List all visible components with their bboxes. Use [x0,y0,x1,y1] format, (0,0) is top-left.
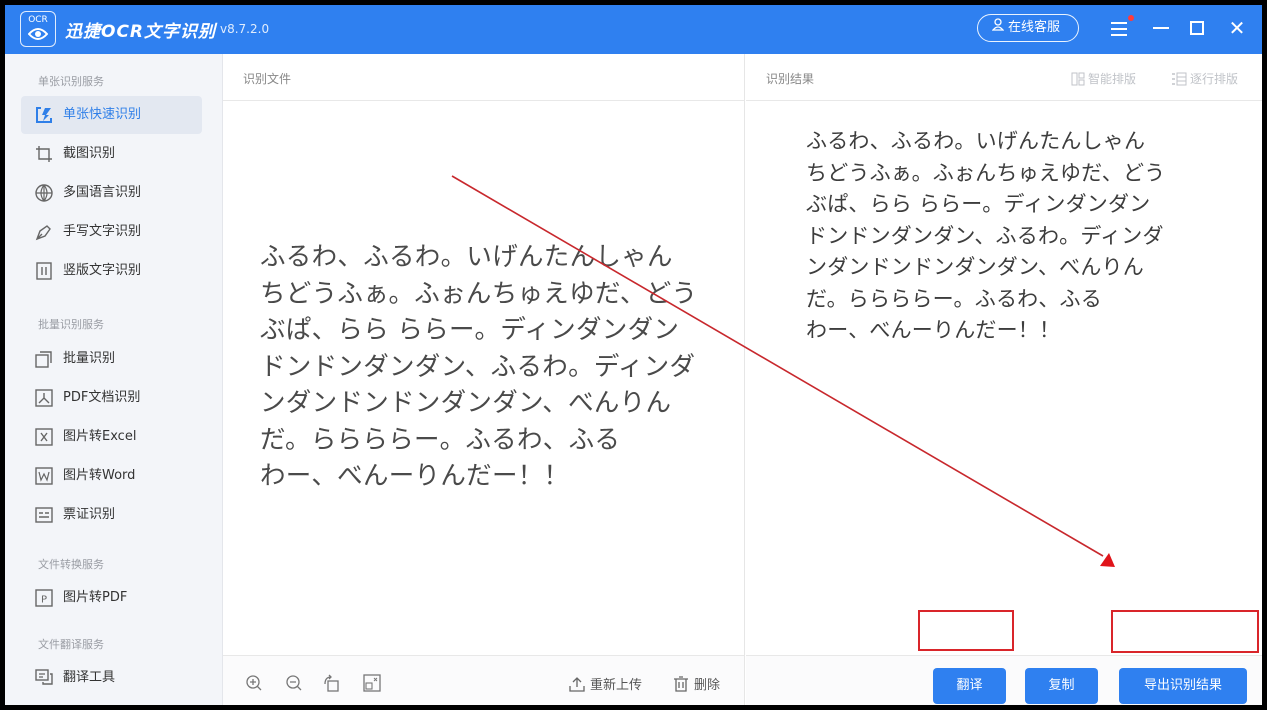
sidebar-item-handwriting[interactable]: 手写文字识别 [21,213,202,251]
delete-label: 删除 [694,678,721,693]
section-title-single: 单张识别服务 [38,75,104,88]
notification-dot [1128,15,1134,21]
crop-icon [36,146,52,162]
sidebar-item-label: 图片转Word [63,468,136,483]
smart-layout-button[interactable]: 智能排版 [1071,70,1136,87]
section-title-batch: 批量识别服务 [38,318,104,331]
delete-button[interactable]: 删除 [673,674,720,693]
sidebar-item-screenshot[interactable]: 截图识别 [21,135,202,173]
export-result-button[interactable]: 导出识别结果 [1119,668,1247,704]
section-title-translate: 文件翻译服务 [38,638,104,651]
sidebar-item-translate-tool[interactable]: 翻译工具 [21,659,202,697]
sidebar-item-multilang[interactable]: 多国语言识别 [21,174,202,212]
sidebar-item-label: 竖版文字识别 [63,263,142,278]
rotate-icon[interactable] [323,674,341,692]
sidebar-item-word[interactable]: 图片转Word [21,457,202,495]
source-panel-toolbar: 重新上传 删除 [223,655,744,705]
copy-label: 复制 [1048,678,1075,693]
source-file-panel: 识别文件 ふるわ、ふるわ。いげんたんしゃん ちどうふぁ。ふぉんちゅえゆだ、どう … [223,54,745,705]
sidebar-item-label: 多国语言识别 [63,185,142,200]
sidebar-item-label: 截图识别 [63,146,116,161]
smart-layout-label: 智能排版 [1088,72,1137,86]
close-icon: ✕ [1228,16,1246,40]
menu-icon-line [1111,34,1127,36]
quick-recognize-icon [36,107,52,123]
source-panel-header: 识别文件 [223,54,744,101]
section-title-convert: 文件转换服务 [38,558,104,571]
svg-text:P: P [41,595,47,606]
sidebar: 单张识别服务 单张快速识别 截图识别 多国语言识别 手写文字识别 竖版文字识别 … [5,54,223,705]
copy-button[interactable]: 复制 [1025,668,1098,704]
image-to-pdf-icon: P [35,589,53,607]
batch-icon [35,351,52,368]
recognition-result-text[interactable]: ふるわ、ふるわ。いげんたんしゃん ちどうふぁ。ふぉんちゅえゆだ、どう ぶぱ、らら… [806,126,1246,347]
minimize-button[interactable] [1150,17,1172,39]
result-panel-toolbar: 翻译 复制 导出识别结果 [746,655,1262,705]
result-panel-title: 识别结果 [766,72,815,86]
upload-icon [569,677,585,692]
source-panel-title: 识别文件 [243,72,292,86]
maximize-button[interactable] [1186,17,1208,39]
sidebar-item-pdf[interactable]: PDF文档识别 [21,379,202,417]
trash-icon [674,676,688,692]
reupload-button[interactable]: 重新上传 [569,674,642,693]
eye-icon [28,28,48,40]
sidebar-item-label: 翻译工具 [63,670,116,685]
excel-icon [35,428,53,446]
sidebar-item-vertical-text[interactable]: 竖版文字识别 [21,252,202,290]
vertical-text-icon [36,262,52,280]
source-image-text: ふるわ、ふるわ。いげんたんしゃん ちどうふぁ。ふぉんちゅえゆだ、どう ぶぱ、らら… [260,242,698,491]
sidebar-item-label: 票证识别 [63,507,116,522]
pen-icon [35,225,51,241]
sidebar-item-batch[interactable]: 批量识别 [21,340,202,378]
result-panel-header: 识别结果 智能排版 逐行排版 [746,54,1262,101]
zoom-out-icon[interactable] [285,674,303,692]
sidebar-item-label: 图片转PDF [63,590,128,605]
sidebar-item-excel[interactable]: 图片转Excel [21,418,202,456]
title-bar: OCR 迅捷OCR文字识别 v8.7.2.0 在线客服 ✕ [5,5,1262,54]
online-support-button[interactable]: 在线客服 [977,14,1079,42]
line-layout-icon [1172,72,1187,86]
sidebar-item-label: 手写文字识别 [63,224,142,239]
logo-text: OCR [28,15,48,25]
app-version: v8.7.2.0 [220,22,270,36]
translate-label: 翻译 [956,678,983,693]
result-panel: 识别结果 智能排版 逐行排版 ふるわ、ふるわ。いげんたんしゃん ちどうふぁ。ふぉ… [746,54,1262,705]
globe-icon [35,184,53,202]
line-layout-label: 逐行排版 [1190,72,1239,86]
app-title: 迅捷OCR文字识别 [65,22,217,42]
sidebar-item-quick-recognize[interactable]: 单张快速识别 [21,96,202,134]
menu-icon-line [1111,22,1127,24]
menu-icon-line [1111,28,1127,30]
app-logo: OCR [20,11,56,47]
sidebar-item-label: 批量识别 [63,351,116,366]
export-label: 导出识别结果 [1143,678,1222,693]
translate-button[interactable]: 翻译 [933,668,1006,704]
zoom-in-icon[interactable] [245,674,263,692]
user-icon [991,15,1005,41]
reupload-label: 重新上传 [590,678,643,693]
sidebar-item-image-to-pdf[interactable]: P 图片转PDF [21,579,202,617]
support-label: 在线客服 [1008,20,1061,35]
minimize-icon [1153,27,1169,29]
pdf-icon [35,389,53,407]
sidebar-item-ticket[interactable]: 票证识别 [21,496,202,534]
app-window: OCR 迅捷OCR文字识别 v8.7.2.0 在线客服 ✕ 单张识别服务 单张快… [5,5,1262,705]
translate-icon [35,669,53,685]
sidebar-item-label: PDF文档识别 [63,390,141,405]
line-layout-button[interactable]: 逐行排版 [1171,70,1238,87]
sidebar-item-label: 单张快速识别 [63,107,142,122]
fit-screen-icon[interactable] [363,674,381,692]
ticket-icon [35,507,53,523]
close-button[interactable]: ✕ [1226,17,1248,39]
maximize-icon [1190,21,1204,35]
smart-layout-icon [1071,72,1085,86]
word-icon [35,467,53,485]
sidebar-item-label: 图片转Excel [63,429,137,444]
